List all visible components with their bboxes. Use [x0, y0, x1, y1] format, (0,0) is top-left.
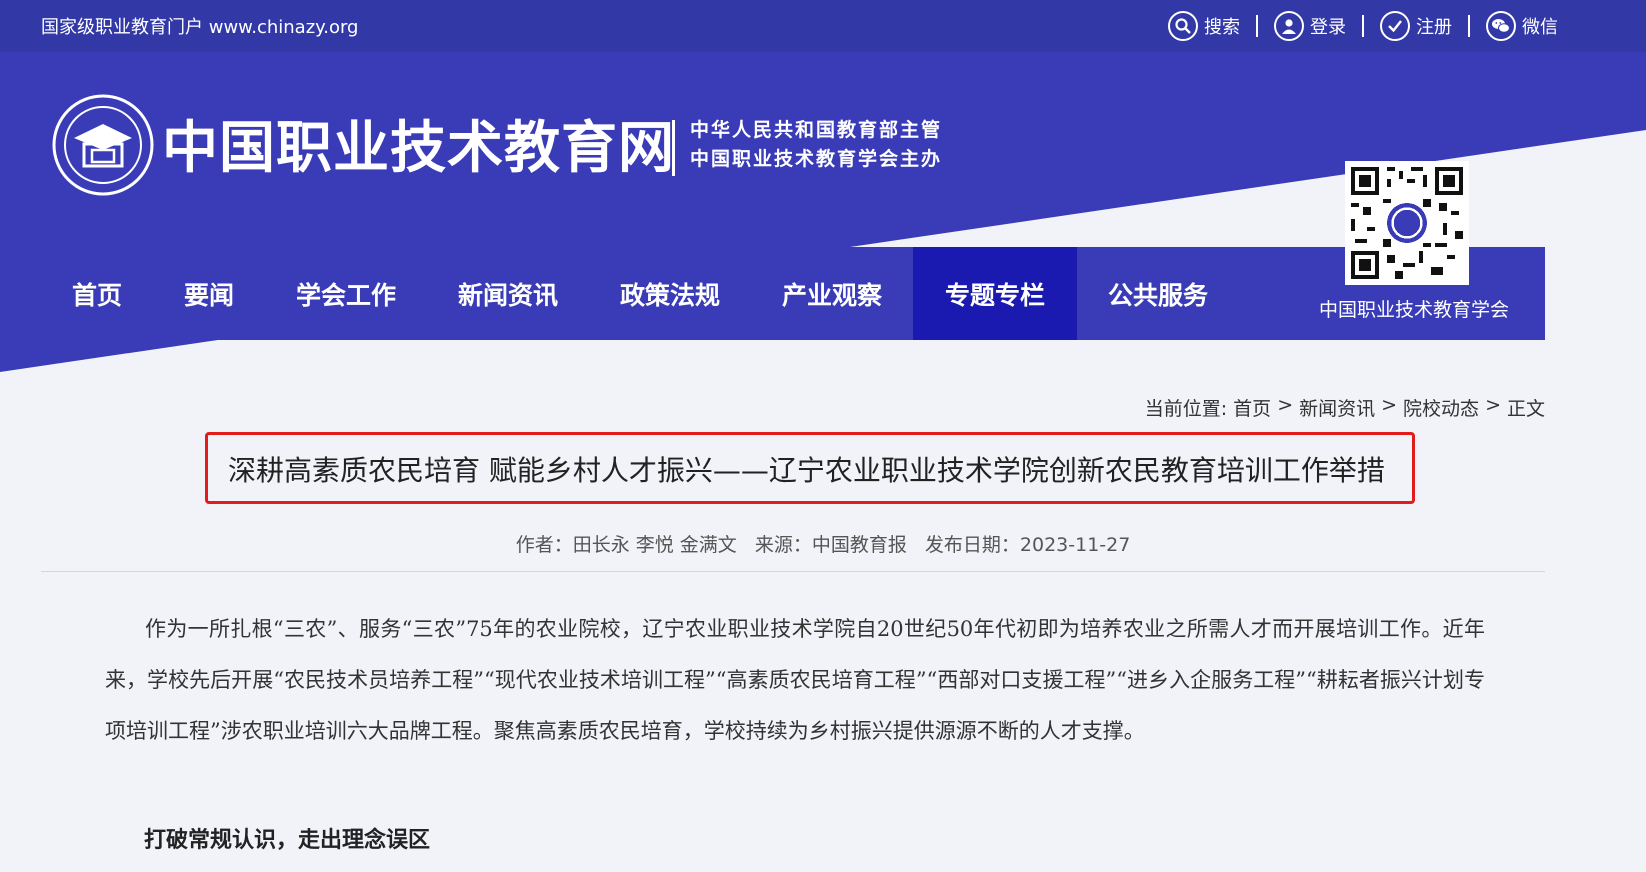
check-icon	[1380, 11, 1410, 41]
user-icon	[1274, 11, 1304, 41]
search-label: 搜索	[1204, 17, 1240, 38]
login-label: 登录	[1310, 17, 1346, 38]
search-icon	[1168, 11, 1198, 41]
breadcrumb: 当前位置: 首页 > 新闻资讯 > 院校动态 > 正文	[1145, 394, 1545, 421]
sponsor-info: 中华人民共和国教育部主管 中国职业技术教育学会主办	[690, 116, 942, 174]
nav-item-home[interactable]: 首页	[41, 247, 153, 340]
top-bar: 国家级职业教育门户 www.chinazy.org 搜索 登录 注册 微信	[0, 0, 1646, 52]
sponsor-line-2: 中国职业技术教育学会主办	[690, 148, 943, 170]
article-author: 作者：田长永 李悦 金满文	[515, 534, 737, 556]
nav-item-policy[interactable]: 政策法规	[589, 247, 751, 340]
nav-item-news-highlights[interactable]: 要闻	[153, 247, 265, 340]
article-meta: 作者：田长永 李悦 金满文 来源：中国教育报 发布日期：2023-11-27	[0, 530, 1646, 557]
login-link[interactable]: 登录	[1274, 11, 1346, 41]
breadcrumb-home[interactable]: 首页	[1233, 394, 1271, 421]
wechat-icon	[1486, 11, 1516, 41]
divider	[41, 571, 1545, 572]
site-title[interactable]: 中国职业技术教育网	[162, 112, 675, 184]
separator	[1468, 15, 1470, 37]
breadcrumb-school-news[interactable]: 院校动态	[1403, 394, 1479, 421]
nav-item-industry[interactable]: 产业观察	[751, 247, 913, 340]
nav-item-special-topics[interactable]: 专题专栏	[913, 247, 1077, 340]
article-title: 深耕高素质农民培育 赋能乡村人才振兴——辽宁农业职业技术学院创新农民教育培训工作…	[228, 454, 1385, 487]
org-name: 中国职业技术教育学会	[1318, 299, 1509, 321]
breadcrumb-separator: >	[1485, 394, 1501, 416]
article-subheading: 打破常规认识，走出理念误区	[144, 828, 431, 853]
title-divider	[672, 120, 675, 176]
sponsor-line-1: 中华人民共和国教育部主管	[690, 119, 943, 141]
wechat-label: 微信	[1522, 17, 1558, 38]
portal-tagline[interactable]: 国家级职业教育门户 www.chinazy.org	[41, 13, 358, 39]
nav-item-public-services[interactable]: 公共服务	[1077, 247, 1239, 340]
breadcrumb-separator: >	[1277, 394, 1294, 416]
breadcrumb-current: 正文	[1506, 398, 1545, 420]
article-source: 来源：中国教育报	[754, 534, 907, 556]
article-date: 发布日期：2023-11-27	[924, 534, 1131, 556]
qr-code	[1345, 161, 1469, 285]
search-link[interactable]: 搜索	[1168, 11, 1240, 41]
register-label: 注册	[1416, 17, 1452, 38]
breadcrumb-news[interactable]: 新闻资讯	[1299, 394, 1375, 421]
top-links: 搜索 登录 注册 微信	[1168, 9, 1558, 43]
article-paragraph: 作为一所扎根“三农”、服务“三农”75年的农业院校，辽宁农业职业技术学院自20世…	[105, 617, 1485, 743]
separator	[1362, 15, 1364, 37]
nav-item-society-work[interactable]: 学会工作	[265, 247, 427, 340]
site-logo[interactable]	[52, 94, 154, 196]
register-link[interactable]: 注册	[1380, 11, 1452, 41]
wechat-link[interactable]: 微信	[1486, 11, 1558, 41]
nav-item-news[interactable]: 新闻资讯	[427, 247, 589, 340]
title-highlight-box: 深耕高素质农民培育 赋能乡村人才振兴——辽宁农业职业技术学院创新农民教育培训工作…	[205, 432, 1415, 504]
main-nav: 首页 要闻 学会工作 新闻资讯 政策法规 产业观察 专题专栏 公共服务 中国职业…	[41, 247, 1545, 340]
separator	[1256, 15, 1258, 37]
breadcrumb-label: 当前位置:	[1144, 398, 1228, 420]
breadcrumb-separator: >	[1381, 394, 1398, 416]
